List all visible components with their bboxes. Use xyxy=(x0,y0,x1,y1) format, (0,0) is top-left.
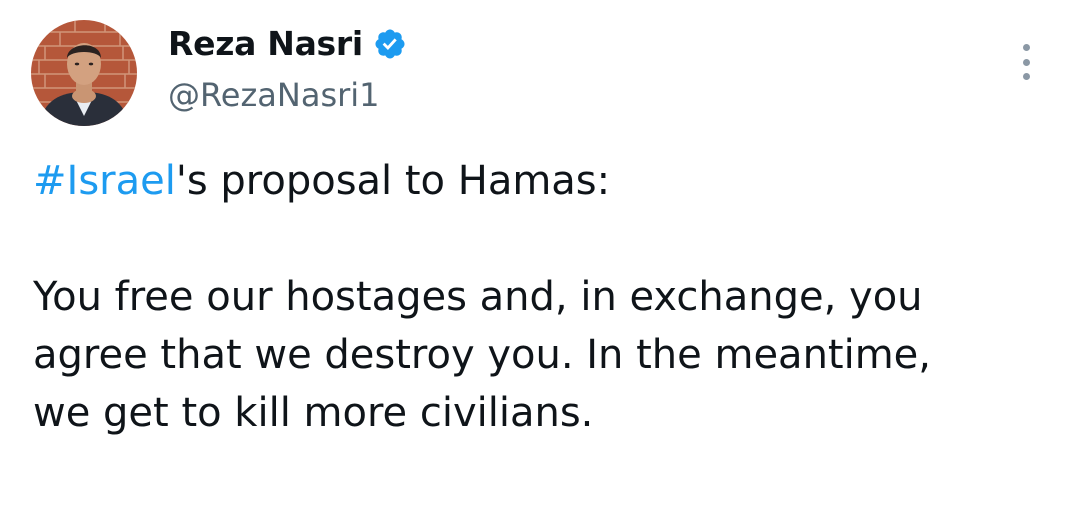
dot xyxy=(1022,44,1030,51)
author-handle[interactable]: @RezaNasri1 xyxy=(168,74,380,116)
dot xyxy=(1022,73,1030,80)
more-options-icon[interactable] xyxy=(1010,40,1042,84)
avatar[interactable] xyxy=(31,20,137,126)
cropped-bottom-edge xyxy=(0,508,1080,516)
tweet-card: Reza Nasri @RezaNasri1 #Israel's proposa… xyxy=(0,0,1080,516)
tweet-paragraph-2: You free our hostages and, in exchange, … xyxy=(33,268,1053,442)
tweet-text-segment: 's proposal to Hamas: xyxy=(175,158,611,204)
tweet-line: we get to kill more civilians. xyxy=(33,390,594,436)
avatar-photo xyxy=(31,20,137,126)
tweet-text: #Israel's proposal to Hamas: You free ou… xyxy=(33,152,1053,442)
hashtag-link[interactable]: #Israel xyxy=(33,158,176,204)
author-name-row[interactable]: Reza Nasri xyxy=(168,20,407,68)
tweet-paragraph-1: #Israel's proposal to Hamas: xyxy=(33,152,1053,210)
tweet-line: agree that we destroy you. In the meanti… xyxy=(33,332,932,378)
display-name[interactable]: Reza Nasri xyxy=(168,20,363,68)
tweet-line: You free our hostages and, in exchange, … xyxy=(33,274,923,320)
verified-badge-icon xyxy=(373,27,407,61)
dot xyxy=(1022,58,1030,66)
